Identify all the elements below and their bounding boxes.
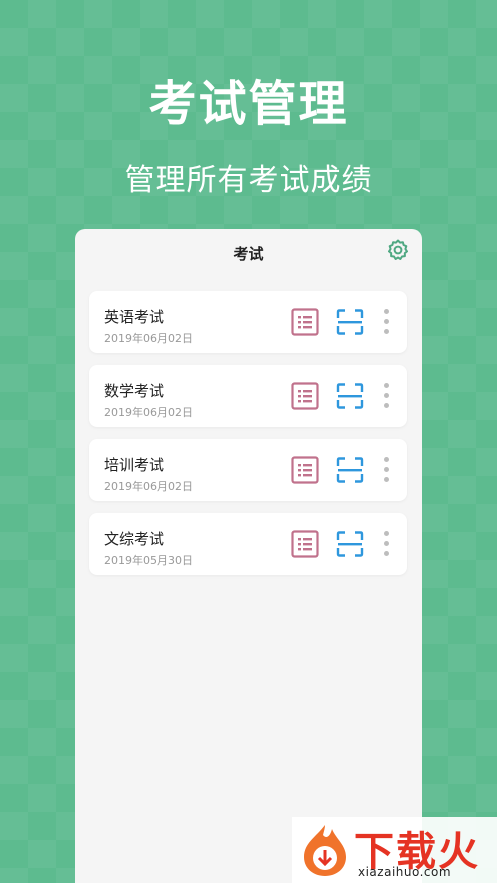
more-dot xyxy=(384,319,389,324)
more-dot xyxy=(384,541,389,546)
exam-date: 2019年06月02日 xyxy=(104,480,193,493)
report-button[interactable] xyxy=(291,456,319,484)
page-title: 考试 xyxy=(233,245,264,263)
watermark-url: xiazaihuo.com xyxy=(358,865,452,879)
scan-button[interactable] xyxy=(336,309,364,335)
more-dot xyxy=(384,467,389,472)
more-dot xyxy=(384,309,389,314)
scan-button[interactable] xyxy=(336,383,364,409)
report-grid-icon xyxy=(291,456,319,484)
more-dot xyxy=(384,393,389,398)
scan-button[interactable] xyxy=(336,457,364,483)
scan-icon xyxy=(336,457,364,483)
scan-icon xyxy=(336,309,364,335)
exam-name: 数学考试 xyxy=(104,382,165,400)
exam-name: 英语考试 xyxy=(104,308,165,326)
report-grid-icon xyxy=(291,530,319,558)
more-button[interactable] xyxy=(379,456,393,484)
hero-subtitle: 管理所有考试成绩 xyxy=(124,163,373,198)
exam-name: 培训考试 xyxy=(104,456,165,474)
exam-item[interactable]: 文综考试 2019年05月30日 xyxy=(89,513,407,575)
report-grid-icon xyxy=(291,308,319,336)
watermark: 下载火 xiazaihuo.com xyxy=(292,817,497,883)
more-button[interactable] xyxy=(379,382,393,410)
scan-icon xyxy=(336,531,364,557)
app-screen: 考试 英语考试 2019年06月02日 数学考试 2019年06月02日 培训考… xyxy=(75,229,422,883)
more-dot xyxy=(384,477,389,482)
gear-icon xyxy=(388,239,408,260)
exam-date: 2019年06月02日 xyxy=(104,406,193,419)
exam-item[interactable]: 数学考试 2019年06月02日 xyxy=(89,365,407,427)
more-dot xyxy=(384,457,389,462)
scan-icon xyxy=(336,383,364,409)
more-button[interactable] xyxy=(379,530,393,558)
exam-date: 2019年06月02日 xyxy=(104,332,193,345)
exam-date: 2019年05月30日 xyxy=(104,554,193,567)
exam-name: 文综考试 xyxy=(104,530,165,548)
more-button[interactable] xyxy=(379,308,393,336)
hero-title: 考试管理 xyxy=(148,76,349,132)
exam-item[interactable]: 培训考试 2019年06月02日 xyxy=(89,439,407,501)
app-header: 考试 xyxy=(75,229,422,275)
more-dot xyxy=(384,329,389,334)
more-dot xyxy=(384,403,389,408)
report-grid-icon xyxy=(291,382,319,410)
settings-button[interactable] xyxy=(386,238,410,262)
exam-list: 英语考试 2019年06月02日 数学考试 2019年06月02日 培训考试 2… xyxy=(89,291,407,587)
more-dot xyxy=(384,383,389,388)
report-button[interactable] xyxy=(291,382,319,410)
more-dot xyxy=(384,551,389,556)
exam-item[interactable]: 英语考试 2019年06月02日 xyxy=(89,291,407,353)
more-dot xyxy=(384,531,389,536)
flame-logo-icon xyxy=(304,825,346,876)
report-button[interactable] xyxy=(291,530,319,558)
report-button[interactable] xyxy=(291,308,319,336)
scan-button[interactable] xyxy=(336,531,364,557)
